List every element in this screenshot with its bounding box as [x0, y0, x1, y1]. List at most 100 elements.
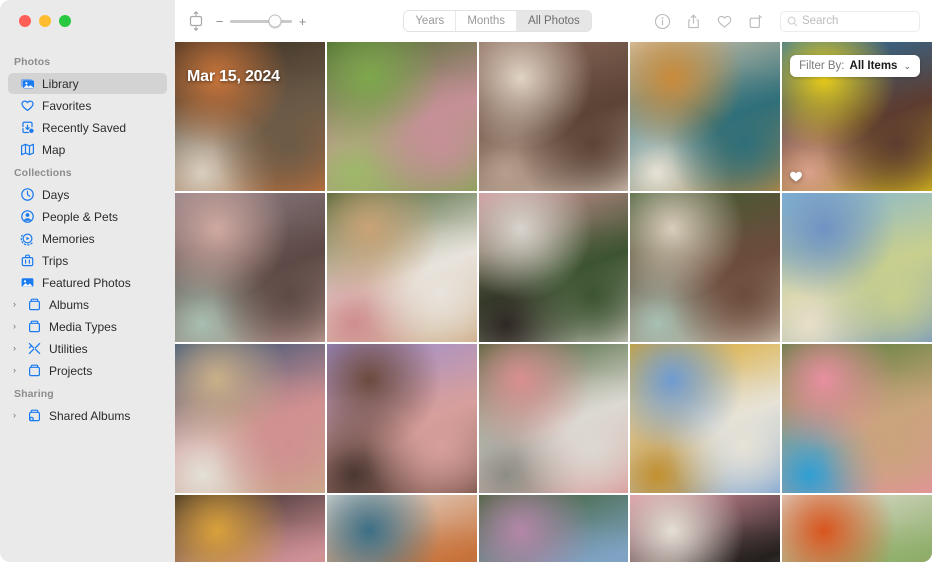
photo-thumbnail[interactable] [326, 193, 477, 342]
photo-thumbnail[interactable] [175, 495, 325, 562]
photo-image [478, 495, 629, 562]
info-icon[interactable] [654, 13, 671, 30]
chevron-right-icon[interactable]: › [9, 366, 20, 375]
photo-thumbnail[interactable] [175, 193, 325, 342]
sidebar-item-label: Media Types [49, 319, 117, 334]
photo-image [326, 193, 477, 342]
sidebar-item-label: Recently Saved [42, 120, 127, 135]
sidebar-section-photos-header: Photos [14, 56, 51, 68]
sidebar-item-projects[interactable]: › Projects [8, 360, 167, 381]
photo-thumbnail[interactable] [630, 495, 781, 562]
filter-by-button[interactable]: Filter By: All Items ⌄ [790, 55, 920, 77]
filter-by-value: All Items [849, 60, 898, 72]
photo-thumbnail[interactable] [630, 42, 781, 191]
toolbar-main: − + Years Months All Photos Search [175, 0, 932, 42]
chevron-right-icon[interactable]: › [9, 300, 20, 309]
sidebar-item-label: Featured Photos [42, 275, 131, 290]
photo-thumbnail[interactable] [175, 42, 325, 191]
zoom-out-button[interactable]: − [215, 15, 224, 28]
chevron-down-icon[interactable]: ⌄ [903, 61, 911, 72]
recently-saved-icon [20, 120, 35, 135]
photo-thumbnail[interactable] [326, 495, 477, 562]
minimize-button[interactable] [39, 15, 51, 27]
photo-thumbnail[interactable] [175, 344, 325, 493]
sidebar-item-days[interactable]: Days [8, 184, 167, 205]
sidebar: Photos Library Favorites Recently Saved [0, 42, 175, 562]
photo-thumbnail[interactable] [782, 495, 932, 562]
memories-play-icon [20, 231, 35, 246]
zoom-slider[interactable] [230, 14, 292, 28]
photo-thumbnail[interactable] [630, 344, 781, 493]
tab-years[interactable]: Years [404, 11, 457, 31]
photo-grid-area: Mar 15, 2024 Filter By: All Items ⌄ [175, 42, 932, 562]
suitcase-icon [20, 253, 35, 268]
favorite-heart-icon[interactable] [716, 13, 733, 30]
sidebar-item-label: Map [42, 142, 66, 157]
photo-image [782, 344, 932, 493]
sidebar-section-sharing-header: Sharing [14, 388, 54, 400]
sidebar-item-trips[interactable]: Trips [8, 250, 167, 271]
sidebar-item-featured-photos[interactable]: Featured Photos [8, 272, 167, 293]
tab-all-photos[interactable]: All Photos [517, 11, 591, 31]
sidebar-item-label: Utilities [49, 341, 88, 356]
share-icon[interactable] [685, 13, 702, 30]
photo-image [326, 42, 477, 191]
sidebar-item-library[interactable]: Library [8, 73, 167, 94]
heart-icon [20, 98, 35, 113]
window-controls [0, 0, 175, 42]
photo-thumbnail[interactable] [630, 193, 781, 342]
sidebar-item-utilities[interactable]: › Utilities [8, 338, 167, 359]
photo-image [175, 42, 325, 191]
photos-app-window: − + Years Months All Photos Search Photo… [0, 0, 932, 562]
photo-image [630, 193, 781, 342]
chevron-right-icon[interactable]: › [9, 411, 20, 420]
rotate-icon[interactable] [747, 13, 764, 30]
close-button[interactable] [19, 15, 31, 27]
search-field[interactable]: Search [779, 10, 920, 32]
photo-thumbnail[interactable] [326, 42, 477, 191]
photo-thumbnail[interactable] [782, 344, 932, 493]
photo-image [175, 344, 325, 493]
photo-thumbnail[interactable] [478, 495, 629, 562]
zoom-slider-group[interactable]: − + [215, 14, 307, 28]
sidebar-item-people-and-pets[interactable]: People & Pets [8, 206, 167, 227]
aspect-ratio-icon[interactable] [185, 10, 207, 32]
sidebar-item-shared-albums[interactable]: › Shared Albums [8, 405, 167, 426]
photo-image [326, 344, 477, 493]
sidebar-item-label: People & Pets [42, 209, 119, 224]
zoom-in-button[interactable]: + [298, 15, 307, 28]
sidebar-item-albums[interactable]: › Albums [8, 294, 167, 315]
date-badge: Mar 15, 2024 [187, 68, 280, 85]
zoom-slider-knob[interactable] [268, 14, 282, 28]
photo-thumbnail[interactable] [478, 344, 629, 493]
filter-by-label: Filter By: [799, 60, 845, 72]
photo-image [478, 42, 629, 191]
sidebar-section-collections-header: Collections [14, 167, 72, 179]
sidebar-item-recently-saved[interactable]: Recently Saved [8, 117, 167, 138]
photo-grid [175, 42, 932, 562]
view-mode-segmented-control[interactable]: Years Months All Photos [403, 10, 592, 32]
search-input[interactable]: Search [802, 15, 838, 27]
clock-icon [20, 187, 35, 202]
photo-thumbnail[interactable] [326, 344, 477, 493]
chevron-right-icon[interactable]: › [9, 344, 20, 353]
sidebar-item-map[interactable]: Map [8, 139, 167, 160]
sidebar-item-label: Memories [42, 231, 95, 246]
photo-thumbnail[interactable] [478, 193, 629, 342]
photo-image [326, 495, 477, 562]
sidebar-item-label: Library [42, 76, 79, 91]
zoom-button[interactable] [59, 15, 71, 27]
photo-image [175, 193, 325, 342]
photo-image [175, 495, 325, 562]
sidebar-item-favorites[interactable]: Favorites [8, 95, 167, 116]
photo-image [630, 495, 781, 562]
map-icon [20, 142, 35, 157]
chevron-right-icon[interactable]: › [9, 322, 20, 331]
photo-thumbnail[interactable] [478, 42, 629, 191]
sidebar-item-memories[interactable]: Memories [8, 228, 167, 249]
photo-thumbnail[interactable] [782, 193, 932, 342]
sidebar-item-label: Days [42, 187, 70, 202]
tab-months[interactable]: Months [456, 11, 518, 31]
sidebar-item-media-types[interactable]: › Media Types [8, 316, 167, 337]
toolbar-actions [654, 13, 764, 30]
